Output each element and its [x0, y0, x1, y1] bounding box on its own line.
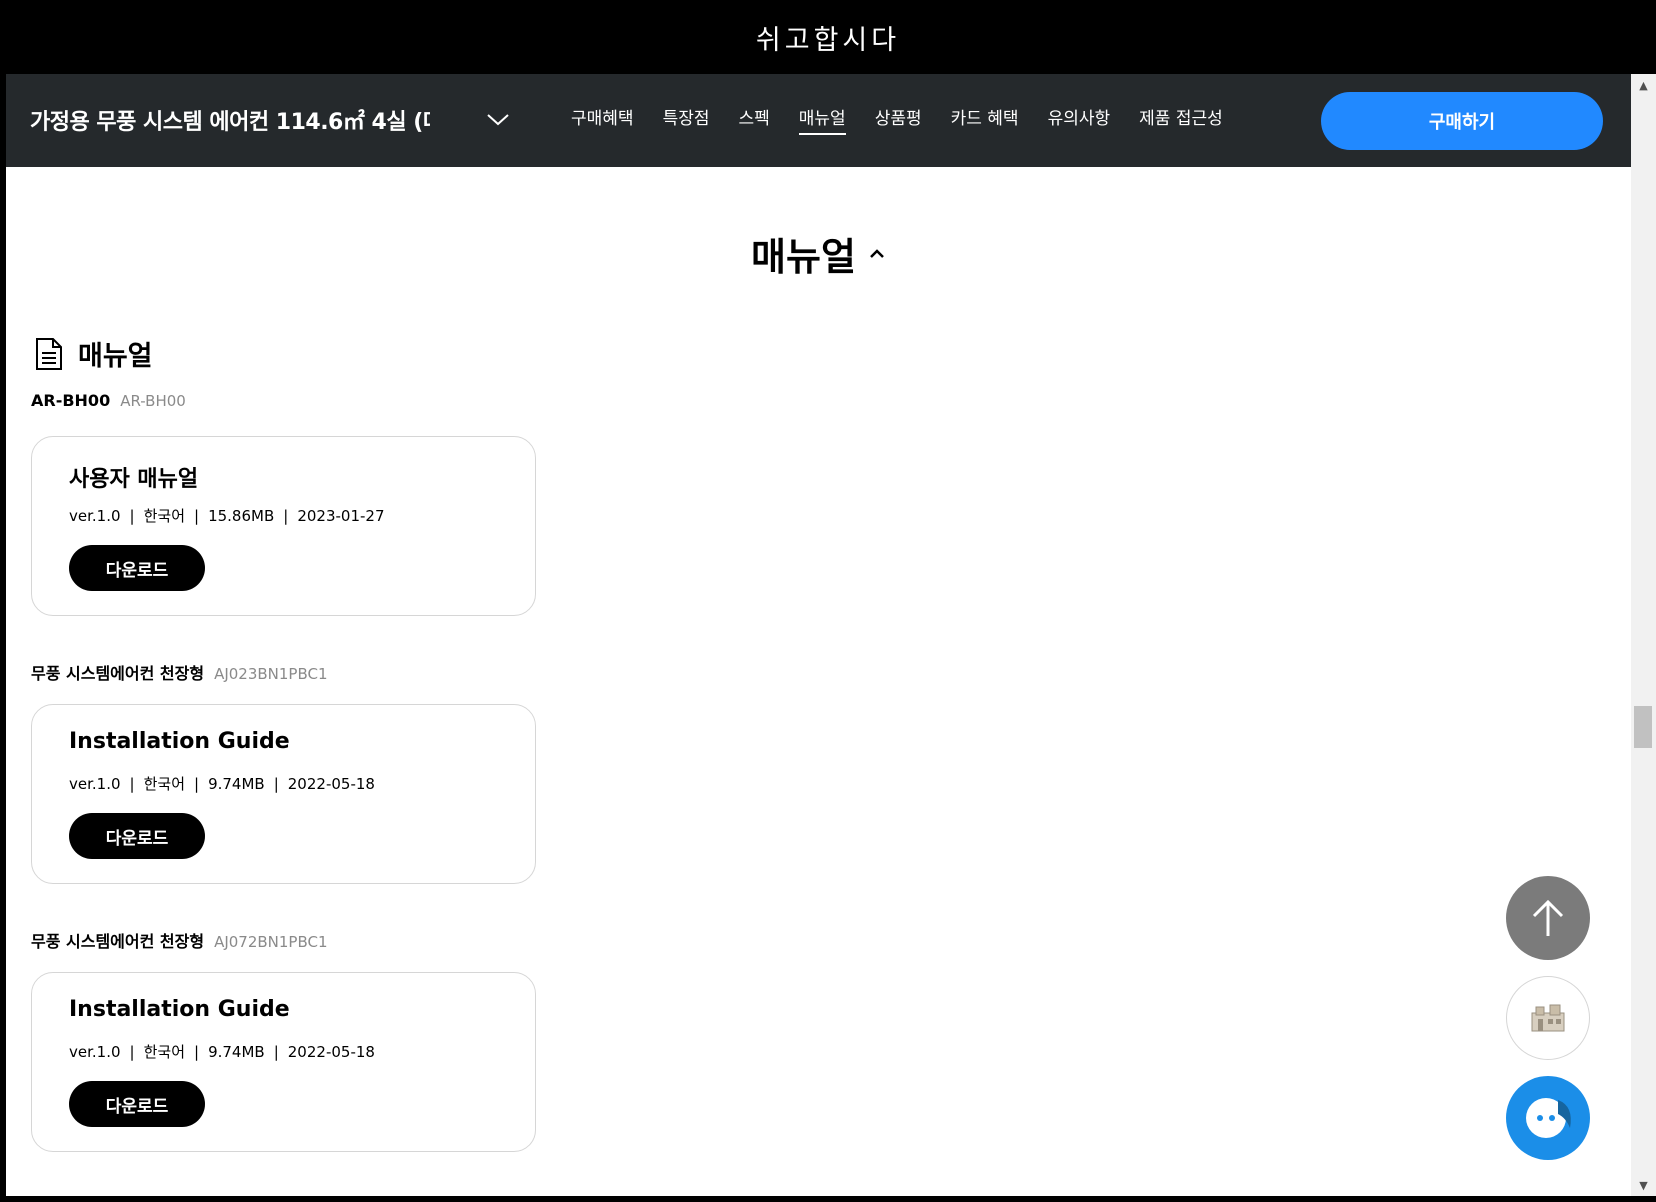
- manual-version: ver.1.0: [69, 775, 121, 793]
- chevron-down-icon[interactable]: [484, 108, 512, 130]
- scroll-thumb[interactable]: [1634, 706, 1652, 748]
- manual-date: 2022-05-18: [287, 1043, 375, 1061]
- model-label: 무풍 시스템에어컨 천장형 AJ023BN1PBC1: [31, 660, 328, 684]
- manual-version: ver.1.0: [69, 1043, 121, 1061]
- product-title: 가정용 무풍 시스템 에어컨 114.6㎡ 4실 (다...: [30, 110, 430, 135]
- model-label: AR-BH00 AR-BH00: [31, 391, 186, 410]
- model-code: AJ023BN1PBC1: [214, 665, 328, 683]
- chat-bot-icon: [1526, 1098, 1571, 1138]
- download-button[interactable]: 다운로드: [69, 1081, 205, 1127]
- manual-date: 2022-05-18: [287, 775, 375, 793]
- nav-tabs: 구매혜택 특장점 스펙 매뉴얼 상품평 카드 혜택 유의사항 제품 접근성: [571, 104, 1252, 135]
- model-label: 무풍 시스템에어컨 천장형 AJ072BN1PBC1: [31, 928, 328, 952]
- manual-version: ver.1.0: [69, 507, 121, 525]
- buy-button[interactable]: 구매하기: [1321, 92, 1603, 150]
- chevron-up-icon[interactable]: [868, 247, 886, 261]
- model-code: AJ072BN1PBC1: [214, 933, 328, 951]
- arrow-up-icon: [1532, 899, 1564, 936]
- manual-language: 한국어: [143, 1043, 185, 1061]
- manual-card-title: Installation Guide: [69, 997, 290, 1022]
- manual-card: 사용자 매뉴얼 ver.1.0 | 한국어 | 15.86MB | 2023-01-27 다…: [31, 436, 536, 616]
- manual-size: 9.74MB: [208, 775, 265, 793]
- section-heading[interactable]: 매뉴얼: [6, 226, 1631, 281]
- model-name: 무풍 시스템에어컨 천장형: [31, 932, 205, 951]
- tab-purchase-benefits[interactable]: 구매혜택: [571, 104, 634, 135]
- manual-card: Installation Guide ver.1.0 | 한국어 | 9.74MB | 20…: [31, 972, 536, 1152]
- section-heading-label: 매뉴얼: [751, 235, 856, 279]
- scroll-up-arrow-icon[interactable]: ▲: [1631, 76, 1656, 94]
- tab-features[interactable]: 특장점: [663, 104, 710, 135]
- tab-spec[interactable]: 스펙: [738, 104, 769, 135]
- tab-reviews[interactable]: 상품평: [875, 104, 922, 135]
- manual-size: 15.86MB: [208, 507, 275, 525]
- manual-date: 2023-01-27: [297, 507, 385, 525]
- model-name: 무풍 시스템에어컨 천장형: [31, 664, 205, 683]
- window-title: 쉬고합시다: [755, 24, 901, 56]
- tab-notices[interactable]: 유의사항: [1048, 104, 1111, 135]
- store-icon: [1531, 1004, 1565, 1032]
- manual-title: 매뉴얼: [78, 341, 153, 372]
- store-button[interactable]: [1506, 976, 1590, 1060]
- manual-card-meta: ver.1.0 | 한국어 | 15.86MB | 2023-01-27: [69, 507, 385, 525]
- tab-manual[interactable]: 매뉴얼: [798, 104, 846, 135]
- manual-card-meta: ver.1.0 | 한국어 | 9.74MB | 2022-05-18: [69, 775, 375, 793]
- scroll-to-top-button[interactable]: [1506, 876, 1590, 960]
- manual-card: Installation Guide ver.1.0 | 한국어 | 9.74MB | 20…: [31, 704, 536, 884]
- tab-card-benefits[interactable]: 카드 혜택: [951, 104, 1019, 135]
- model-name: AR-BH00: [31, 391, 111, 410]
- scroll-down-arrow-icon[interactable]: ▼: [1631, 1176, 1656, 1194]
- manual-language: 한국어: [143, 507, 185, 525]
- manual-size: 9.74MB: [208, 1043, 265, 1061]
- manual-card-title: Installation Guide: [69, 729, 290, 754]
- vertical-scrollbar[interactable]: ▲ ▼: [1631, 74, 1656, 1196]
- manual-card-meta: ver.1.0 | 한국어 | 9.74MB | 2022-05-18: [69, 1043, 375, 1061]
- chat-button[interactable]: [1506, 1076, 1590, 1160]
- download-button[interactable]: 다운로드: [69, 813, 205, 859]
- tab-accessibility[interactable]: 제품 접근성: [1139, 104, 1223, 135]
- model-code: AR-BH00: [120, 392, 186, 410]
- manual-language: 한국어: [143, 775, 185, 793]
- download-button[interactable]: 다운로드: [69, 545, 205, 591]
- page-viewport: 가정용 무풍 시스템 에어컨 114.6㎡ 4실 (다... 구매혜택 특장점 …: [6, 74, 1631, 1196]
- document-icon: [36, 337, 62, 370]
- sticky-product-nav: 가정용 무풍 시스템 에어컨 114.6㎡ 4실 (다... 구매혜택 특장점 …: [6, 74, 1631, 167]
- manual-title-row: 매뉴얼: [34, 334, 153, 373]
- manual-card-title: 사용자 매뉴얼: [69, 467, 199, 492]
- window-title-bar: 쉬고합시다: [0, 0, 1656, 74]
